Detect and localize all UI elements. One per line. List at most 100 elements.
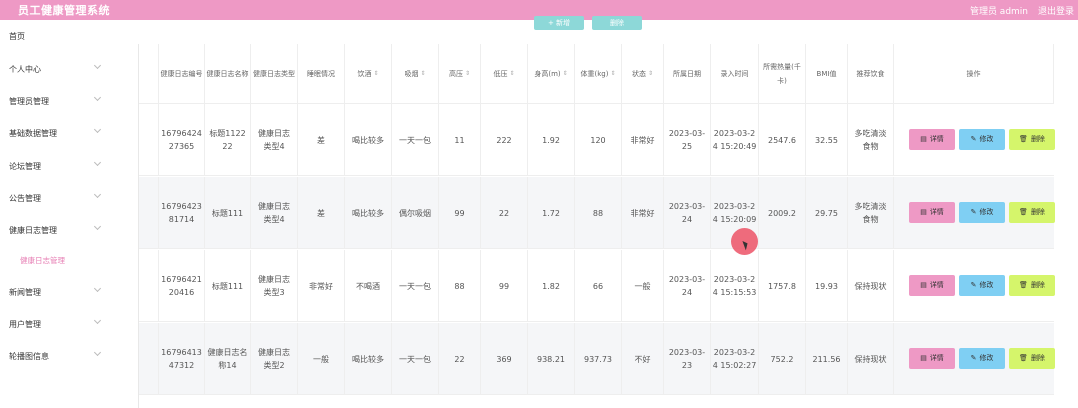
cell-low: 222 — [481, 104, 528, 176]
sort-icon[interactable]: ⇕ — [509, 67, 514, 81]
trash-icon: 🗑 — [1019, 281, 1028, 289]
table-row: 1679641347312 健康日志名称14 健康日志类型2 一般 喝比较多 一天一包 22… — [139, 323, 1055, 395]
sidebar-item-label: 个人中心 — [9, 65, 41, 74]
header-sleep[interactable]: 睡眠情况 — [298, 44, 345, 104]
batch-delete-button[interactable]: 删除 — [592, 16, 642, 30]
cell-low: 22 — [481, 177, 528, 249]
header-smoke[interactable]: 吸烟 ⇕ — [392, 44, 439, 104]
cell-kcal: 1757.8 — [759, 250, 806, 322]
sidebar-item-label: 基础数据管理 — [9, 129, 57, 138]
edit-button[interactable]: ✎ 修改 — [959, 275, 1005, 296]
admin-label: 管理员 admin — [969, 7, 1028, 17]
header-low-pressure[interactable]: 低压 ⇕ — [481, 44, 528, 104]
header-type[interactable]: 健康日志类型 — [251, 44, 298, 104]
table-row: 1679642381714 标题111 健康日志类型4 差喝比较多 偶尔吸烟 99 22 1.… — [139, 177, 1055, 249]
sidebar-item-health-log[interactable]: 健康日志管理 — [0, 214, 108, 244]
table-row: 1679642120416 标题111 健康日志类型3 非常好 不喝酒 一天一包 88 99 1… — [139, 250, 1055, 322]
sidebar-item-carousel[interactable]: 轮播图信息 — [0, 340, 108, 370]
sidebar-item-base-data[interactable]: 基础数据管理 — [0, 117, 108, 147]
header-weight[interactable]: 体重(kg) ⇕ — [575, 44, 622, 104]
health-log-table: 健康日志编号 健康日志名称 健康日志类型 睡眠情况 饮酒 ⇕ 吸烟 ⇕ 高压 ⇕ 低压… — [138, 44, 1055, 408]
cell-type: 健康日志类型3 — [251, 250, 298, 322]
delete-button[interactable]: 🗑 删除 — [1009, 348, 1055, 369]
sidebar-item-users[interactable]: 用户管理 — [0, 308, 108, 338]
header-height[interactable]: 身高(m) ⇕ — [528, 44, 575, 104]
cell-high: 99 — [439, 177, 481, 249]
cell-weight: 937.73 — [575, 323, 622, 395]
header-name[interactable]: 健康日志名称 — [205, 44, 251, 104]
cell-id: 1679642427365 — [159, 104, 205, 176]
document-icon: ▤ — [920, 208, 927, 216]
cell-actions: ▤ 详情 ✎ 修改 🗑 删除 — [894, 250, 1055, 322]
edit-button[interactable]: ✎ 修改 — [959, 202, 1005, 223]
sidebar-item-label: 用户管理 — [9, 320, 41, 329]
header-kcal[interactable]: 所需热量(千卡) — [759, 44, 806, 104]
cell-bmi: 29.75 — [806, 177, 848, 249]
add-button[interactable]: + 新增 — [534, 16, 584, 30]
cell-high: 11 — [439, 104, 481, 176]
detail-button[interactable]: ▤ 详情 — [909, 275, 955, 296]
header-date[interactable]: 所属日期 — [664, 44, 711, 104]
cell-name: 标题112222 — [205, 104, 251, 176]
document-icon: ▤ — [920, 354, 927, 362]
sort-icon[interactable]: ⇕ — [465, 67, 470, 81]
detail-button[interactable]: ▤ 详情 — [909, 348, 955, 369]
sidebar-item-notice[interactable]: 公告管理 — [0, 182, 108, 212]
sidebar-item-label: 公告管理 — [9, 194, 41, 203]
cell-status: 非常好 — [622, 104, 664, 176]
row-select — [139, 250, 159, 322]
cell-date: 2023-03-24 — [664, 250, 711, 322]
cell-smoke: 一天一包 — [392, 104, 439, 176]
edit-button[interactable]: ✎ 修改 — [959, 348, 1005, 369]
header-diet[interactable]: 推荐饮食 — [848, 44, 894, 104]
header-select — [139, 44, 159, 104]
cell-time: 2023-03-24 15:15:53 — [711, 250, 759, 322]
cell-time: 2023-03-24 15:02:27 — [711, 323, 759, 395]
cell-weight: 120 — [575, 104, 622, 176]
sort-icon[interactable]: ⇕ — [420, 67, 425, 81]
trash-icon: 🗑 — [1019, 135, 1028, 143]
sidebar-item-forum[interactable]: 论坛管理 — [0, 150, 108, 180]
chevron-down-icon — [93, 125, 102, 134]
sort-icon[interactable]: ⇕ — [373, 67, 378, 81]
sort-icon[interactable]: ⇕ — [648, 67, 653, 81]
sidebar-subitem-health-log[interactable]: 健康日志管理 — [0, 248, 108, 270]
pencil-icon: ✎ — [970, 354, 977, 362]
delete-button[interactable]: 🗑 删除 — [1009, 129, 1055, 150]
header-status[interactable]: 状态 ⇕ — [622, 44, 664, 104]
header-drink[interactable]: 饮酒 ⇕ — [345, 44, 392, 104]
document-icon: ▤ — [920, 135, 927, 143]
sidebar-item-home[interactable]: 首页 — [0, 20, 108, 50]
cell-kcal: 752.2 — [759, 323, 806, 395]
detail-button[interactable]: ▤ 详情 — [909, 129, 955, 150]
cell-high: 22 — [439, 323, 481, 395]
cell-drink: 喝比较多 — [345, 323, 392, 395]
header-bmi[interactable]: BMI值 — [806, 44, 848, 104]
cell-date: 2023-03-25 — [664, 104, 711, 176]
detail-button[interactable]: ▤ 详情 — [909, 202, 955, 223]
sidebar-item-news[interactable]: 新闻管理 — [0, 276, 108, 306]
logout-link[interactable]: 退出登录 — [1038, 4, 1074, 17]
row-select — [139, 104, 159, 176]
cell-id: 1679642381714 — [159, 177, 205, 249]
cell-diet: 多吃清淡食物 — [848, 104, 894, 176]
delete-button[interactable]: 🗑 删除 — [1009, 202, 1055, 223]
cell-diet: 保持现状 — [848, 250, 894, 322]
edit-button[interactable]: ✎ 修改 — [959, 129, 1005, 150]
cell-drink: 喝比较多 — [345, 104, 392, 176]
cell-id: 1679642120416 — [159, 250, 205, 322]
cell-drink: 喝比较多 — [345, 177, 392, 249]
header-id[interactable]: 健康日志编号 — [159, 44, 205, 104]
sidebar-subitem-label: 健康日志管理 — [20, 256, 65, 265]
row-select — [139, 177, 159, 249]
cell-status: 一般 — [622, 250, 664, 322]
cell-height: 938.21 — [528, 323, 575, 395]
header-high-pressure[interactable]: 高压 ⇕ — [439, 44, 481, 104]
sort-icon[interactable]: ⇕ — [563, 67, 568, 81]
delete-button[interactable]: 🗑 删除 — [1009, 275, 1055, 296]
header-entry-time[interactable]: 录入时间 — [711, 44, 759, 104]
sidebar-item-profile[interactable]: 个人中心 — [0, 53, 108, 83]
sort-icon[interactable]: ⇕ — [610, 67, 615, 81]
sidebar-item-label: 首页 — [9, 32, 25, 41]
sidebar-item-admins[interactable]: 管理员管理 — [0, 85, 108, 115]
